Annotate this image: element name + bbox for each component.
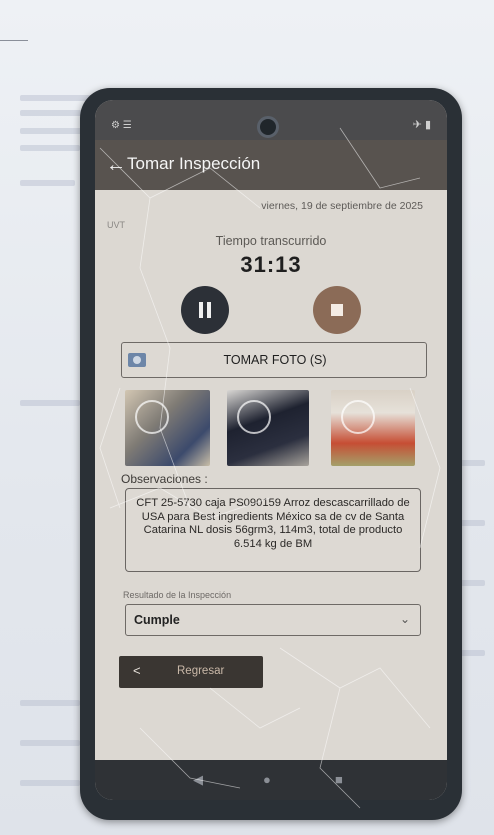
watermark-logo [237,400,271,434]
photo-thumbnail[interactable] [331,390,415,466]
nav-back-icon[interactable]: ◀ [193,772,203,788]
pause-button[interactable] [181,286,229,334]
result-dropdown[interactable]: Cumple ⌄ [125,604,421,636]
status-icons-right: ✈ ▮ [412,119,431,131]
timer-value: 31:13 [240,252,302,277]
phone-screen: ⚙ ☰ ✈ ▮ ← Tomar Inspección viernes, 19 d… [95,100,447,800]
uv-label: UVT [107,220,125,230]
status-icons-left: ⚙ ☰ [111,120,132,131]
chevron-down-icon: ⌄ [399,612,410,626]
page-title: Tomar Inspección [127,154,261,173]
app-bar: ← Tomar Inspección [95,140,447,190]
back-button[interactable]: < Regresar [119,656,263,688]
date-label: viernes, 19 de septiembre de 2025 [261,200,423,212]
status-bar: ⚙ ☰ ✈ ▮ [95,100,447,140]
photo-thumbnail[interactable] [125,390,210,466]
observations-label: Observaciones : [121,472,208,486]
back-arrow-icon: < [133,663,141,678]
nav-recents-icon[interactable]: ■ [335,772,343,787]
result-value: Cumple [134,613,180,627]
inspection-content: viernes, 19 de septiembre de 2025 UVT Ti… [95,190,447,760]
take-photo-button[interactable]: TOMAR FOTO (S) [121,342,427,378]
paper-line [0,40,28,41]
system-nav-bar: ◀ ● ■ [95,760,447,800]
take-photo-label: TOMAR FOTO (S) [223,353,327,367]
arrow-left-icon[interactable]: ← [105,154,127,176]
back-button-label: Regresar [177,665,225,677]
photo-thumbnail[interactable] [227,390,309,466]
stop-button[interactable] [313,286,361,334]
nav-home-icon[interactable]: ● [263,772,271,787]
front-camera [257,116,279,138]
photo-thumbnails [95,390,447,470]
result-label: Resultado de la Inspección [123,590,232,600]
watermark-logo [135,400,169,434]
timer-label: Tiempo transcurrido [215,234,327,248]
observations-field[interactable]: CFT 25-5730 caja PS090159 Arroz descasca… [125,488,421,572]
watermark-logo [341,400,375,434]
